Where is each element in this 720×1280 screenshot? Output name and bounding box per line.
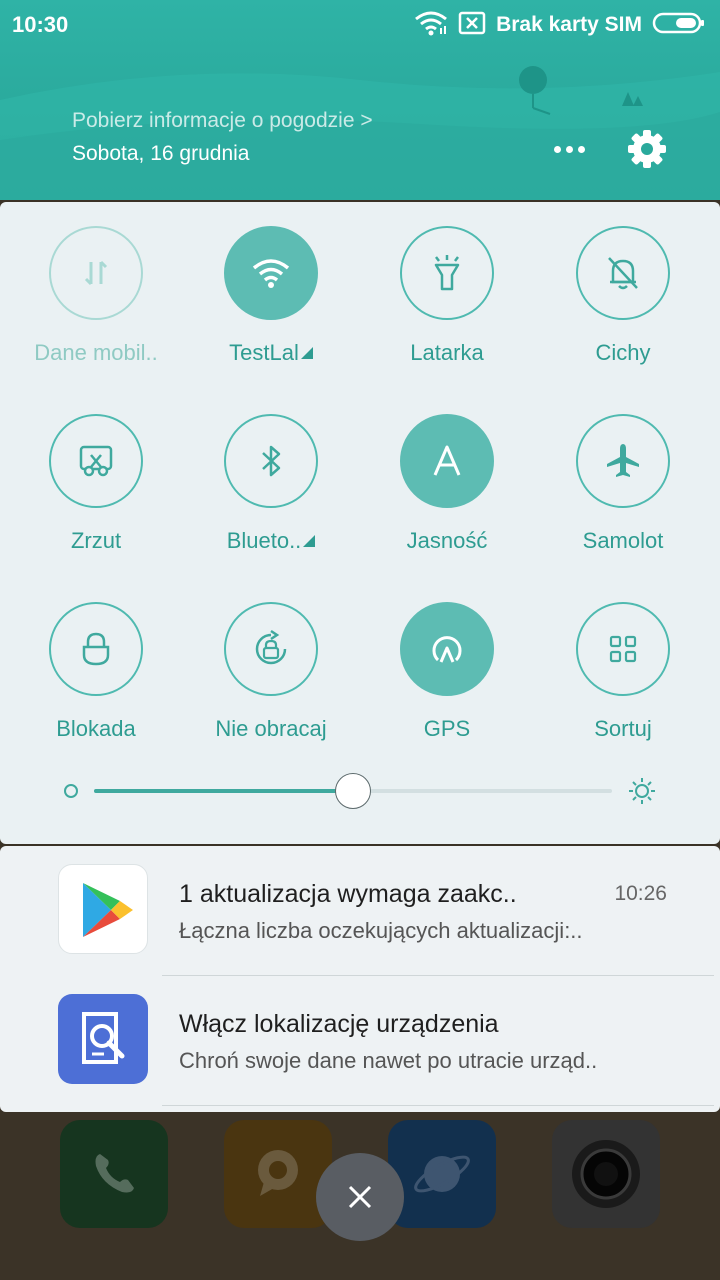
sim-status-text: Brak karty SIM	[496, 13, 642, 36]
tile-sort[interactable]: Sortuj	[535, 578, 711, 748]
status-icons: Brak karty SIM	[414, 10, 706, 40]
tile-label: GPS	[423, 716, 471, 741]
tile-silent[interactable]: Cichy	[535, 202, 711, 372]
wifi-icon	[252, 259, 290, 288]
notification-subtitle: Łączna liczba oczekujących aktualizacji:…	[179, 918, 583, 943]
tile-circle	[224, 226, 318, 320]
wifi-icon	[414, 10, 448, 41]
tile-label: Cichy	[595, 340, 651, 365]
silent-bell-icon	[608, 257, 638, 290]
dot-icon	[577, 145, 585, 153]
tile-circle	[400, 414, 494, 508]
brightness-high-icon	[629, 778, 655, 804]
tile-label-text: Blueto..	[226, 528, 302, 553]
expand-triangle-icon	[303, 535, 316, 547]
tile-label: Jasność	[406, 528, 488, 553]
notification-title: Włącz lokalizację urządzenia	[179, 1010, 499, 1038]
more-options-button[interactable]	[550, 132, 588, 166]
camera-icon	[552, 1120, 660, 1228]
notification-title: 1 aktualizacja wymaga zaakc..	[179, 880, 517, 908]
tile-circle	[49, 602, 143, 696]
gear-icon	[628, 130, 666, 168]
find-device-icon	[58, 994, 148, 1084]
tile-label-text: TestLal	[229, 340, 299, 365]
tile-screenshot[interactable]: Zrzut	[8, 390, 184, 560]
tile-bluetooth[interactable]: Blueto..	[183, 390, 359, 560]
tile-label: Dane mobil..	[34, 340, 158, 365]
tile-circle	[49, 414, 143, 508]
status-bar: 10:30 Brak karty SIM	[0, 0, 720, 50]
notification-list: 1 aktualizacja wymaga zaakc.. 10:26 Łącz…	[0, 846, 720, 1112]
brightness-slider-thumb[interactable]	[335, 773, 371, 809]
auto-brightness-icon	[433, 445, 461, 476]
tile-label: Blueto..	[183, 528, 359, 554]
status-time: 10:30	[12, 12, 69, 37]
notification-item[interactable]: 1 aktualizacja wymaga zaakc.. 10:26 Łącz…	[0, 846, 720, 976]
tile-circle	[576, 226, 670, 320]
tile-circle	[49, 226, 143, 320]
lock-icon	[82, 632, 110, 666]
rotation-lock-icon	[255, 629, 287, 665]
play-store-icon	[58, 864, 148, 954]
tile-label: Zrzut	[70, 528, 122, 553]
phone-icon	[60, 1120, 168, 1228]
divider	[162, 1105, 714, 1106]
messages-icon	[224, 1120, 332, 1228]
airplane-icon	[607, 444, 639, 477]
grid-icon	[609, 635, 637, 663]
tile-rotation-lock[interactable]: Nie obracaj	[183, 578, 359, 748]
tile-label: Samolot	[582, 528, 664, 553]
tile-label: Nie obracaj	[215, 716, 327, 741]
tile-gps[interactable]: GPS	[359, 578, 535, 748]
dot-icon	[553, 145, 561, 153]
tile-circle	[576, 414, 670, 508]
tile-label: TestLal	[183, 340, 359, 366]
screenshot-icon	[79, 445, 113, 477]
weather-link[interactable]: Pobierz informacje o pogodzie >	[72, 109, 373, 133]
tile-airplane[interactable]: Samolot	[535, 390, 711, 560]
close-icon	[348, 1185, 372, 1209]
quick-settings-panel: Dane mobil.. TestLal Latarka Cichy Zrzut…	[0, 202, 720, 844]
settings-button[interactable]	[626, 128, 668, 170]
mobile-data-icon	[84, 260, 108, 286]
tile-auto-brightness[interactable]: Jasność	[359, 390, 535, 560]
tile-circle	[400, 226, 494, 320]
browser-icon	[388, 1120, 496, 1228]
flashlight-icon	[434, 255, 460, 291]
brightness-low-icon	[64, 784, 78, 798]
notification-subtitle: Chroń swoje dane nawet po utracie urząd.…	[179, 1048, 598, 1073]
tile-mobile-data[interactable]: Dane mobil..	[8, 202, 184, 372]
notification-shade-header: 10:30 Brak karty SIM Pobierz informacje …	[0, 0, 720, 200]
tile-label: Blokada	[56, 716, 136, 741]
notification-time: 10:26	[614, 882, 667, 905]
bluetooth-icon	[262, 445, 281, 477]
tile-label: Sortuj	[594, 716, 652, 741]
brightness-slider-fill	[94, 789, 353, 793]
tile-circle	[400, 602, 494, 696]
dot-icon	[565, 145, 573, 153]
tile-circle	[576, 602, 670, 696]
tile-flashlight[interactable]: Latarka	[359, 202, 535, 372]
no-sim-icon	[458, 11, 486, 40]
tile-circle	[224, 414, 318, 508]
tile-lock[interactable]: Blokada	[8, 578, 184, 748]
close-notifications-button[interactable]	[316, 1153, 404, 1241]
tile-circle	[224, 602, 318, 696]
date-label: Sobota, 16 grudnia	[72, 142, 250, 165]
battery-icon	[652, 11, 706, 40]
tile-wifi[interactable]: TestLal	[183, 202, 359, 372]
notification-item[interactable]: Włącz lokalizację urządzenia Chroń swoje…	[0, 976, 720, 1106]
gps-icon	[432, 636, 462, 663]
brightness-slider[interactable]	[94, 773, 612, 809]
tile-label: Latarka	[410, 340, 484, 365]
expand-triangle-icon	[300, 347, 313, 359]
